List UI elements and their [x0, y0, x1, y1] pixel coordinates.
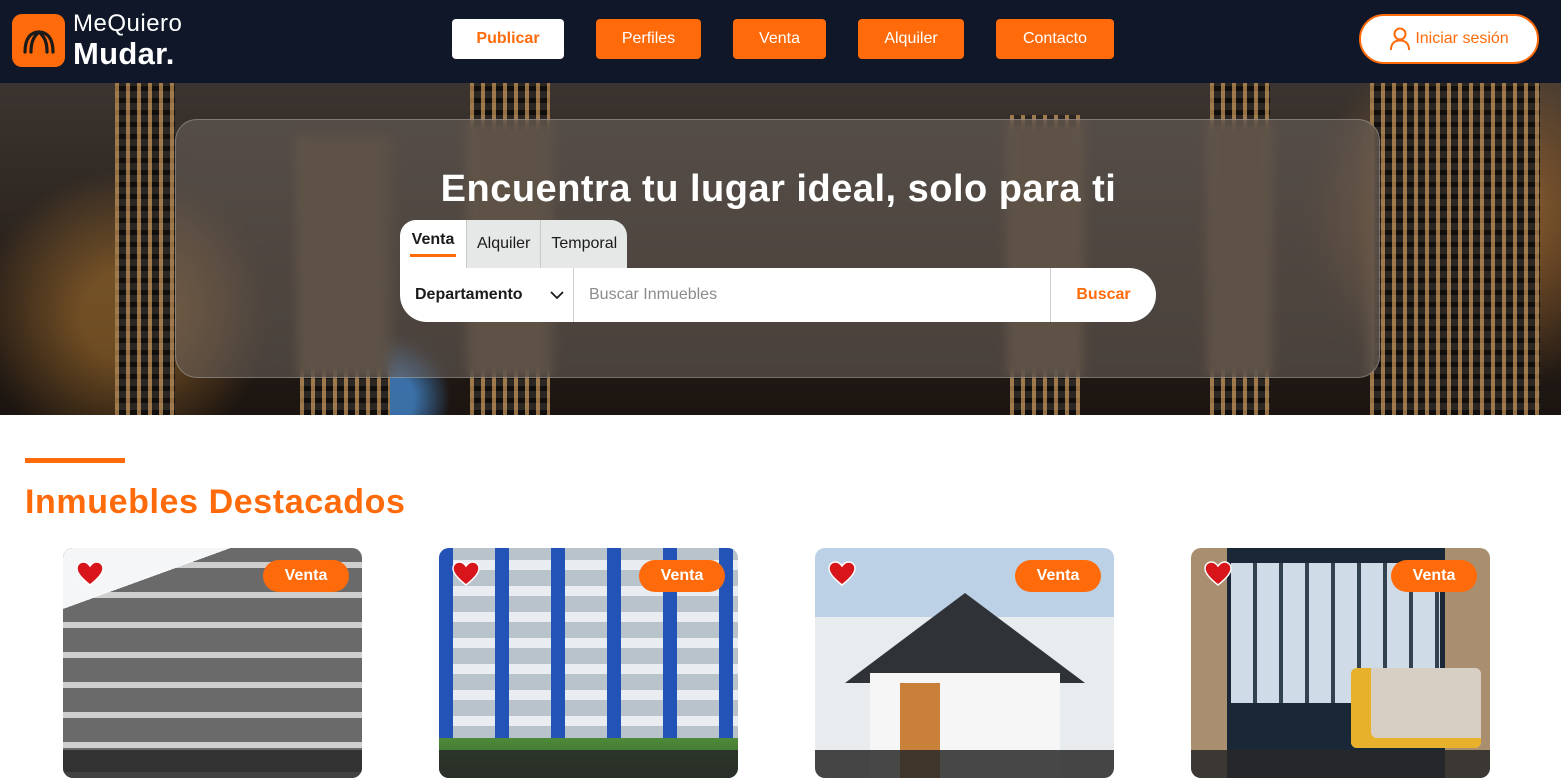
search-bar: Departamento Buscar: [400, 268, 1156, 322]
nav-publicar-button[interactable]: Publicar: [452, 19, 564, 59]
status-badge: Venta: [263, 560, 349, 592]
property-type-select[interactable]: Departamento: [400, 268, 574, 322]
status-badge: Venta: [1015, 560, 1101, 592]
logo-text-top: MeQuiero: [73, 10, 183, 37]
heart-icon[interactable]: [76, 561, 104, 587]
building-decoration: [1370, 83, 1540, 415]
logo-text-bottom: Mudar.: [73, 36, 175, 71]
status-badge: Venta: [639, 560, 725, 592]
property-card[interactable]: Venta: [63, 548, 362, 778]
active-tab-indicator: [410, 254, 456, 257]
card-info-strip: [1191, 750, 1490, 778]
search-button[interactable]: Buscar: [1050, 268, 1156, 322]
heart-icon[interactable]: [452, 561, 480, 587]
heart-icon[interactable]: [828, 561, 856, 587]
search-panel: Encuentra tu lugar ideal, solo para ti V…: [175, 119, 1380, 378]
property-card[interactable]: Venta: [439, 548, 738, 778]
tab-venta[interactable]: Venta: [400, 220, 467, 268]
login-label: Iniciar sesión: [1415, 30, 1509, 47]
hero-title: Encuentra tu lugar ideal, solo para ti: [440, 168, 1117, 210]
heart-icon[interactable]: [1204, 561, 1232, 587]
card-info-strip: [439, 750, 738, 778]
card-info-strip: [63, 750, 362, 778]
section-title: Inmuebles Destacados: [25, 483, 406, 521]
tab-alquiler[interactable]: Alquiler: [467, 220, 542, 268]
building-decoration: [115, 83, 175, 415]
login-button[interactable]: Iniciar sesión: [1359, 14, 1539, 64]
property-card[interactable]: Venta: [1191, 548, 1490, 778]
logo-mark-icon: [12, 14, 65, 67]
nav-alquiler-button[interactable]: Alquiler: [858, 19, 964, 59]
nav-venta-button[interactable]: Venta: [733, 19, 826, 59]
chevron-down-icon: [550, 291, 564, 300]
brand-logo[interactable]: MeQuiero Mudar.: [12, 12, 182, 69]
house-roof: [845, 593, 1085, 683]
search-tabs: Venta Alquiler Temporal: [400, 220, 628, 268]
user-icon: [1390, 27, 1411, 51]
property-type-value: Departamento: [415, 286, 523, 303]
search-input[interactable]: [574, 268, 1050, 322]
nav-contacto-button[interactable]: Contacto: [996, 19, 1114, 59]
status-badge: Venta: [1391, 560, 1477, 592]
tab-temporal[interactable]: Temporal: [541, 220, 628, 268]
property-card[interactable]: Venta: [815, 548, 1114, 778]
hero-banner: Encuentra tu lugar ideal, solo para ti V…: [0, 83, 1561, 415]
section-accent-line: [25, 458, 125, 463]
nav-perfiles-button[interactable]: Perfiles: [596, 19, 701, 59]
top-navigation-bar: MeQuiero Mudar. Publicar Perfiles Venta …: [0, 0, 1561, 83]
tab-venta-label: Venta: [411, 231, 455, 248]
card-info-strip: [815, 750, 1114, 778]
